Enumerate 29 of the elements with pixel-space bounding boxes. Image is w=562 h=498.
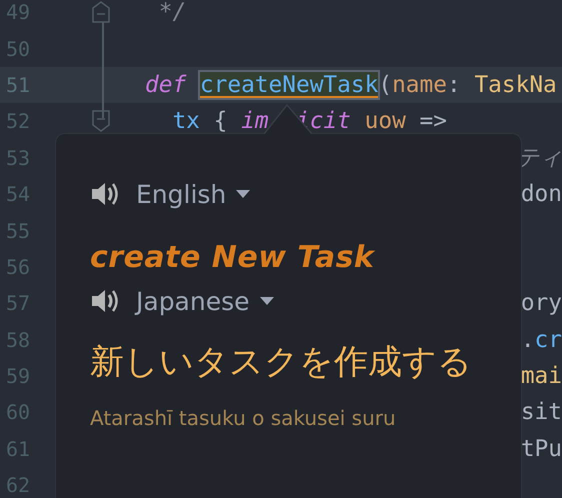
code-token: def: [145, 72, 186, 98]
translation-text: 新しいタスクを作成する: [90, 342, 473, 382]
code-token: TaskNa: [474, 72, 557, 98]
language-dropdown[interactable]: Japanese: [136, 286, 274, 316]
code-token: (: [378, 72, 392, 98]
code-token: .: [520, 326, 535, 353]
speaker-icon[interactable]: [90, 181, 120, 207]
code-token: uow: [364, 108, 406, 134]
code-token: :: [446, 72, 462, 98]
code-token: tx: [171, 108, 200, 134]
code-token: {: [212, 108, 228, 134]
code-token: tPu: [520, 436, 562, 462]
romanization-text: Atarashī tasuku o sakusei suru: [90, 405, 397, 432]
language-dropdown[interactable]: English: [136, 180, 250, 208]
line-number: 51: [5, 72, 32, 97]
code-token: ory: [520, 290, 562, 316]
caret-icon: [260, 296, 274, 306]
speaker-icon[interactable]: [90, 288, 120, 314]
code-token: sit: [520, 399, 562, 426]
code-token: */: [158, 0, 186, 26]
code-token: im: [241, 108, 269, 134]
highlighted-code-token: createNewTask: [200, 72, 378, 98]
code-token: mai: [520, 363, 562, 390]
code-token: don: [520, 181, 562, 208]
code-token: name: [392, 72, 447, 98]
caret-icon: [236, 190, 250, 198]
source-text: create New Task: [90, 239, 376, 277]
code-token: =>: [418, 108, 447, 134]
code-token: cr: [534, 326, 562, 353]
